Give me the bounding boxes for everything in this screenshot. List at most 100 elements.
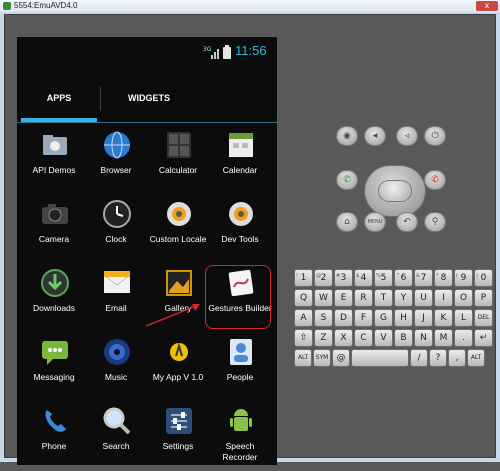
key-⇧[interactable]: ⇧ (295, 330, 312, 346)
key-6[interactable]: 6 ^ (395, 270, 412, 286)
key-label: K (440, 313, 447, 323)
dpad-center-button[interactable] (379, 181, 411, 201)
app-calculator[interactable]: Calculator (147, 129, 209, 195)
app-settings[interactable]: Settings (147, 405, 209, 471)
key-l[interactable]: L (455, 310, 472, 326)
app-clock[interactable]: Clock (85, 198, 147, 264)
key-s[interactable]: S (315, 310, 332, 326)
app-label: Gallery (164, 303, 192, 313)
volume-down-button[interactable]: ◂ (365, 127, 385, 145)
app-speech-recorder[interactable]: Speech Recorder (209, 405, 271, 471)
key-b[interactable]: B (395, 330, 412, 346)
key-9[interactable]: 9( (455, 270, 472, 286)
key-m[interactable]: M (435, 330, 452, 346)
back-button[interactable]: ↶ (397, 213, 417, 231)
key-r[interactable]: R (355, 290, 372, 306)
key-alt[interactable]: ALT (468, 350, 484, 366)
app-label: People (226, 372, 254, 382)
key-label: R (360, 293, 367, 303)
key-i[interactable]: I (435, 290, 452, 306)
app-label: Messaging (33, 372, 75, 382)
app-api-demos[interactable]: API Demos (23, 129, 85, 195)
key-x[interactable]: X (335, 330, 352, 346)
key-label: S (320, 313, 327, 323)
key-label: I (442, 293, 445, 303)
key-label: . (462, 333, 465, 343)
key-/[interactable]: / (411, 350, 427, 366)
folder-gears-icon (39, 129, 71, 161)
key-f[interactable]: F (355, 310, 372, 326)
window-close-button[interactable]: x (476, 1, 498, 11)
key-1[interactable]: 1! (295, 270, 312, 286)
key-?[interactable]: ? (430, 350, 446, 366)
key-g[interactable]: G (375, 310, 392, 326)
key-.[interactable]: . (455, 330, 472, 346)
chat-bubble-icon (39, 336, 71, 368)
key-h[interactable]: H (395, 310, 412, 326)
app-my-app-v-1-0[interactable]: My App V 1.0 (147, 336, 209, 402)
app-music[interactable]: Music (85, 336, 147, 402)
key-8[interactable]: 8 * (435, 270, 452, 286)
key-t[interactable]: T (375, 290, 392, 306)
key-4[interactable]: 4 $ (355, 270, 372, 286)
key-@[interactable]: @ (333, 350, 349, 366)
tab-apps[interactable]: APPS (17, 73, 101, 123)
key-sym[interactable]: SYM (314, 350, 330, 366)
home-button[interactable]: ⌂ (337, 213, 357, 231)
app-messaging[interactable]: Messaging (23, 336, 85, 402)
key-d[interactable]: D (335, 310, 352, 326)
key-u[interactable]: U (415, 290, 432, 306)
key-n[interactable]: N (415, 330, 432, 346)
key-7[interactable]: 7 & (415, 270, 432, 286)
key-k[interactable]: K (435, 310, 452, 326)
app-dev-tools[interactable]: Dev Tools (209, 198, 271, 264)
volume-up-button[interactable]: ◃ (397, 127, 417, 145)
app-calendar[interactable]: Calendar (209, 129, 271, 195)
key-v[interactable]: V (375, 330, 392, 346)
key-,[interactable]: , (449, 350, 465, 366)
key-p[interactable]: P (475, 290, 492, 306)
app-people[interactable]: People (209, 336, 271, 402)
key-label: D (340, 313, 347, 323)
app-gallery[interactable]: Gallery (147, 267, 209, 333)
phone-screen: 3G 11:56 APPS WIDGETS API Demos Browser Ca… (17, 37, 277, 465)
battery-icon (223, 45, 231, 59)
app-browser[interactable]: Browser (85, 129, 147, 195)
key-del[interactable]: DEL (475, 310, 492, 326)
app-camera[interactable]: Camera (23, 198, 85, 264)
app-email[interactable]: Email (85, 267, 147, 333)
call-button[interactable]: ✆ (337, 171, 357, 189)
key-space[interactable] (352, 350, 408, 366)
power-button[interactable]: ⏻ (425, 127, 445, 145)
tab-widgets[interactable]: WIDGETS (101, 73, 197, 123)
app-phone[interactable]: Phone (23, 405, 85, 471)
app-downloads[interactable]: Downloads (23, 267, 85, 333)
menu-button[interactable]: MENU (365, 213, 385, 231)
key-label: ALT (297, 354, 309, 361)
key-w[interactable]: W (315, 290, 332, 306)
key-z[interactable]: Z (315, 330, 332, 346)
key-c[interactable]: C (355, 330, 372, 346)
key-o[interactable]: O (455, 290, 472, 306)
key-e[interactable]: E (335, 290, 352, 306)
key-a[interactable]: A (295, 310, 312, 326)
key-label: F (360, 313, 367, 323)
key-0[interactable]: 0) (475, 270, 492, 286)
key-↵[interactable]: ↵ (475, 330, 492, 346)
key-alt[interactable]: ALT (295, 350, 311, 366)
key-y[interactable]: Y (395, 290, 412, 306)
key-j[interactable]: J (415, 310, 432, 326)
key-3[interactable]: 3 # (335, 270, 352, 286)
camera-button[interactable]: ◉ (337, 127, 357, 145)
end-call-button[interactable]: ✆ (425, 171, 445, 189)
key-2[interactable]: 2 @ (315, 270, 332, 286)
key-5[interactable]: 5% (375, 270, 392, 286)
dpad[interactable] (365, 166, 425, 216)
search-button[interactable]: ⚲ (425, 213, 445, 231)
key-label: E (340, 293, 347, 303)
key-label: 2 (320, 273, 327, 283)
photo-icon (163, 267, 195, 299)
app-custom-locale[interactable]: Custom Locale (147, 198, 209, 264)
app-search[interactable]: Search (85, 405, 147, 471)
key-q[interactable]: Q (295, 290, 312, 306)
